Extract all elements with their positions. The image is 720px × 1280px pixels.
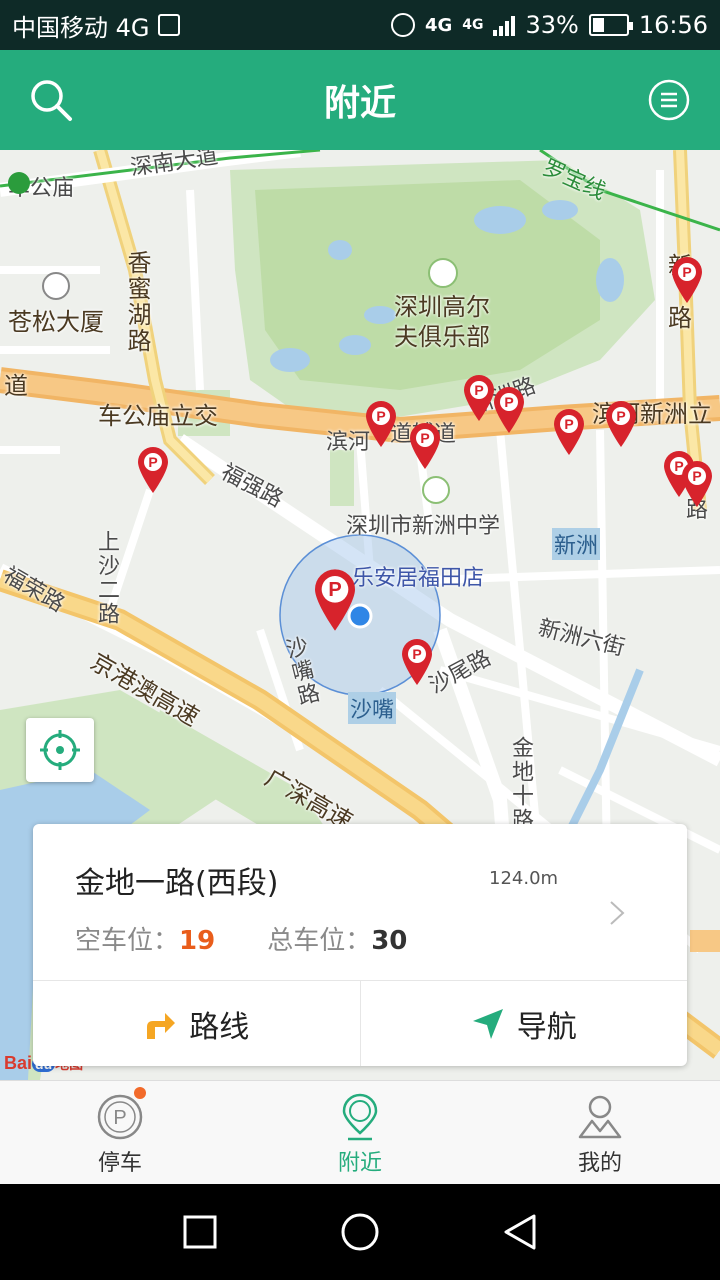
navigate-label: 导航 (516, 1009, 577, 1045)
square-icon (183, 1215, 217, 1249)
map-label-xinzhou-area: 新洲 (552, 528, 601, 560)
parking-pin[interactable]: P (680, 460, 714, 508)
svg-text:P: P (328, 579, 341, 601)
map-label-xiangmi: 香蜜湖路 (123, 250, 151, 354)
parking-distance: 124.0m (489, 868, 559, 889)
map-label-golf: 深圳高尔夫俱乐部 (394, 293, 490, 351)
svg-text:P: P (692, 468, 701, 484)
parking-pin[interactable]: P (364, 400, 398, 448)
tab-parking-label: 停车 (97, 1151, 142, 1176)
circle-icon (341, 1213, 379, 1251)
user-icon (578, 1095, 622, 1139)
parking-pin[interactable]: P (604, 400, 638, 448)
page-title: 附近 (323, 83, 396, 124)
battery-fill (592, 18, 604, 32)
notification-badge (134, 1087, 146, 1099)
network-type-small: 4G (462, 17, 484, 33)
map-label-middle-school: 深圳市新洲中学 (346, 514, 501, 539)
parking-icon: P (97, 1094, 143, 1140)
svg-text:P: P (113, 1107, 126, 1129)
signal-icon (493, 14, 516, 36)
status-bar: 中国移动 4G 4G 4G 33% 16:56 (0, 0, 720, 50)
svg-text:P: P (148, 454, 157, 470)
battery-icon (588, 14, 633, 36)
navigate-button[interactable]: 导航 (359, 981, 688, 1066)
parking-info-card[interactable]: 金地一路(西段) 124.0m 空车位： 19 总车位： 30 路线 导航 (33, 824, 687, 1066)
bottom-tab-bar: P 停车 附近 我的 (0, 1080, 720, 1184)
back-triangle-icon (504, 1214, 536, 1250)
back-button[interactable] (490, 1202, 550, 1262)
tab-profile[interactable]: 我的 (480, 1081, 720, 1184)
map-label-shazui-area: 沙嘴 (348, 692, 397, 724)
school-icon (422, 476, 450, 504)
parking-pin[interactable]: P (552, 408, 586, 456)
parking-pin[interactable]: P (400, 638, 434, 686)
battery-percent: 33% (525, 11, 579, 39)
svg-text:P: P (682, 264, 691, 280)
golf-flag-icon (428, 258, 458, 288)
menu-icon (648, 79, 690, 121)
location-pin-icon (342, 1093, 378, 1141)
svg-text:P: P (412, 646, 421, 662)
empty-spaces-value: 19 (179, 926, 216, 956)
total-spaces-label: 总车位： (267, 926, 372, 956)
navigate-arrow-icon (472, 1008, 503, 1039)
parking-pin[interactable]: P (492, 386, 526, 434)
map-label-jindi10: 金地十路 (508, 736, 533, 832)
network-type: 4G (424, 14, 453, 36)
building-icon (42, 272, 70, 300)
metro-icon (8, 172, 30, 194)
alarm-icon (390, 13, 415, 37)
clock: 16:56 (638, 11, 708, 39)
image-notification-icon (157, 14, 180, 36)
search-icon (31, 80, 72, 121)
map-label-shangsha: 上沙二路 (94, 530, 119, 626)
map-label-cangsong: 苍松大厦 (8, 308, 104, 336)
tab-nearby-label: 附近 (337, 1151, 382, 1176)
menu-button[interactable] (644, 75, 694, 125)
svg-text:P: P (616, 408, 625, 424)
svg-text:P: P (504, 394, 513, 410)
logo-text: Bai (4, 1053, 33, 1073)
chevron-right-icon (610, 901, 625, 925)
selected-parking-pin[interactable]: P (312, 568, 358, 632)
app-screen: 中国移动 4G 4G 4G 33% 16:56 附近 车公庙 深南大道 罗宝线 … (0, 0, 720, 1280)
system-nav-bar (0, 1184, 720, 1280)
home-button[interactable] (330, 1202, 390, 1262)
parking-pin[interactable]: P (408, 422, 442, 470)
svg-text:P: P (376, 408, 385, 424)
total-spaces-value: 30 (371, 926, 408, 956)
search-button[interactable] (26, 75, 76, 125)
parking-pin[interactable]: P (136, 446, 170, 494)
map-label-dao: 道 (4, 372, 28, 400)
parking-name: 金地一路(西段) (75, 866, 279, 901)
carrier-text: 中国移动 4G (12, 13, 150, 42)
recent-apps-button[interactable] (170, 1202, 230, 1262)
tab-nearby[interactable]: 附近 (240, 1081, 480, 1184)
tab-profile-label: 我的 (577, 1151, 622, 1176)
route-button[interactable]: 路线 (33, 981, 360, 1066)
map-label-store: 乐安居福田店 (352, 566, 485, 591)
empty-spaces-label: 空车位： (75, 926, 180, 956)
parking-pin[interactable]: P (462, 374, 496, 422)
map-label-chegongmiao-interchange: 车公庙立交 (98, 402, 218, 430)
parking-pin[interactable]: P (670, 256, 704, 304)
route-arrow-icon (147, 1012, 176, 1039)
route-label: 路线 (189, 1009, 250, 1045)
locate-button[interactable] (26, 718, 94, 782)
tab-parking[interactable]: P 停车 (0, 1081, 240, 1184)
svg-text:P: P (420, 430, 429, 446)
locate-icon (40, 730, 80, 770)
card-actions: 路线 导航 (33, 981, 687, 1066)
app-header: 附近 (0, 50, 720, 150)
svg-text:P: P (474, 382, 483, 398)
svg-text:P: P (564, 416, 573, 432)
space-counts: 空车位： 19 总车位： 30 (75, 920, 407, 957)
